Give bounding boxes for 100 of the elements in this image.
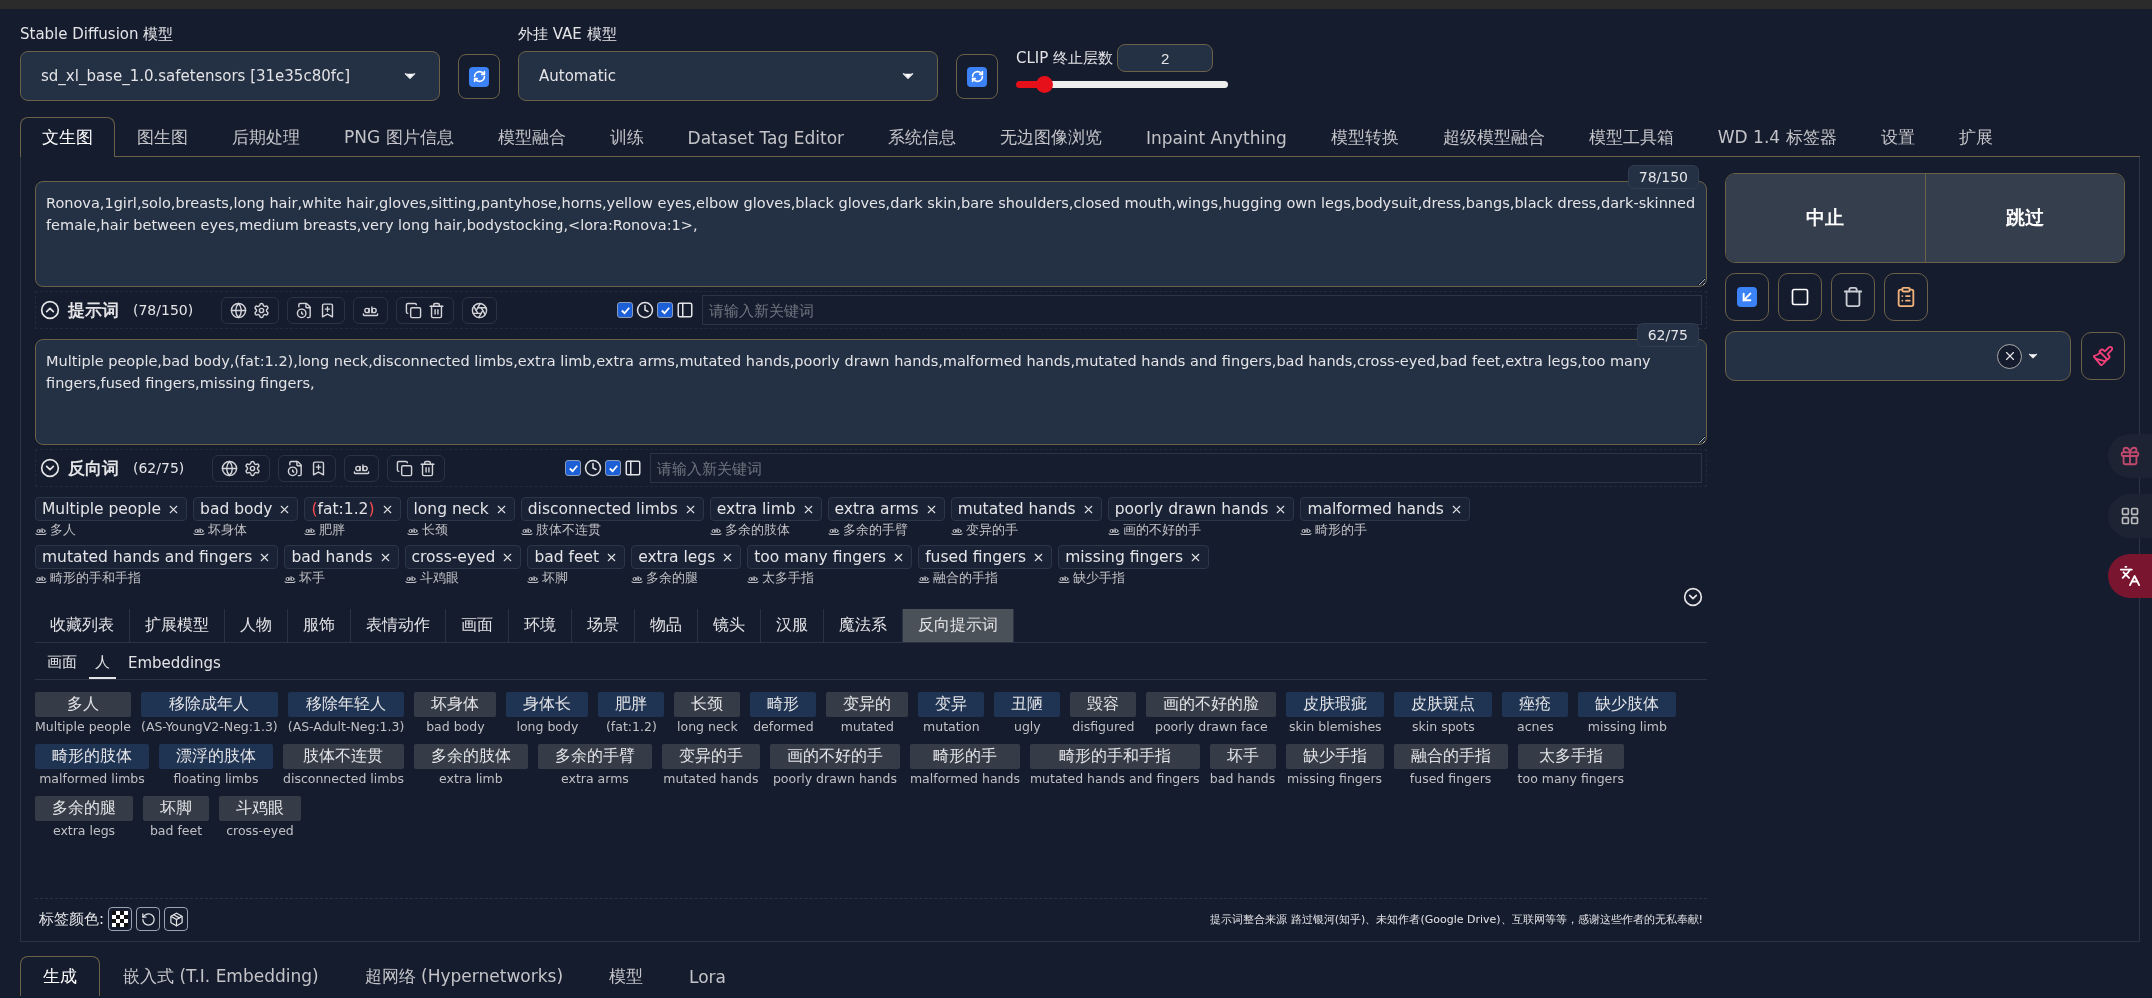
keyword-chip[interactable]: 坏手	[1209, 744, 1276, 769]
keyword-search-field[interactable]: 请输入新关键词	[650, 453, 1702, 483]
translate-button[interactable]	[2108, 554, 2152, 598]
checker-button[interactable]	[108, 907, 133, 931]
clip-number-field[interactable]: 2	[1117, 44, 1214, 72]
keyword-chip[interactable]: 画的不好的脸	[1146, 692, 1277, 717]
category-tab[interactable]: 扩展模型	[130, 609, 225, 642]
main-tab[interactable]: 超级模型融合	[1420, 117, 1567, 157]
category-tab[interactable]: 人物	[225, 609, 288, 642]
settings-icon[interactable]	[244, 459, 262, 477]
prompt-tag[interactable]: mutated hands	[950, 497, 1102, 521]
main-tab[interactable]: Inpaint Anything	[1124, 117, 1309, 157]
main-tab[interactable]: 扩展	[1936, 117, 2015, 157]
keyword-chip[interactable]: 画的不好的手	[769, 744, 900, 769]
package-button[interactable]	[164, 907, 189, 931]
prompt-tag[interactable]: bad body	[193, 497, 299, 521]
gift-button[interactable]	[2108, 434, 2152, 478]
delete-icon[interactable]	[419, 459, 437, 477]
prompt-tag[interactable]: mutated hands and fingers	[35, 545, 279, 569]
bottom-tab[interactable]: Lora	[666, 956, 750, 996]
keyword-chip[interactable]: 坏身体	[414, 692, 497, 717]
main-tab[interactable]: 模型融合	[475, 117, 588, 157]
subcategory-tab[interactable]: Embeddings	[122, 649, 227, 679]
arrow-button[interactable]	[1725, 273, 1769, 321]
prompt-tag[interactable]: missing fingers	[1058, 545, 1210, 569]
main-tab[interactable]: 模型工具箱	[1566, 117, 1696, 157]
main-tab[interactable]: 无边图像浏览	[978, 117, 1125, 157]
checkbox[interactable]	[565, 460, 582, 476]
bottom-tab[interactable]: 嵌入式 (T.I. Embedding)	[100, 956, 342, 996]
prompt-tag[interactable]: bad feet	[527, 545, 626, 569]
settings-icon[interactable]	[253, 301, 271, 319]
prompt-tag[interactable]: fused fingers	[918, 545, 1053, 569]
model-dropdown[interactable]: Automatic	[518, 51, 938, 101]
slider-thumb[interactable]	[1035, 76, 1053, 93]
keyword-chip[interactable]: 坏脚	[143, 796, 209, 821]
collapse-icon[interactable]	[40, 300, 60, 320]
keyword-chip[interactable]: 肥胖	[598, 692, 665, 717]
expand-icon[interactable]	[1683, 587, 1703, 607]
main-tab[interactable]: 训练	[587, 117, 666, 157]
prompt-tag[interactable]: too many fingers	[747, 545, 913, 569]
prompt-tag[interactable]: extra limb	[709, 497, 822, 521]
clip-slider[interactable]	[1016, 76, 1228, 93]
globe-icon[interactable]	[221, 459, 239, 477]
subcategory-tab[interactable]: 画面	[41, 649, 83, 679]
keyword-chip[interactable]: 变异	[918, 692, 985, 717]
main-tab[interactable]: 图生图	[115, 117, 210, 157]
category-tab[interactable]: 画面	[446, 609, 509, 642]
keyword-chip[interactable]: 变异的手	[661, 744, 760, 769]
keyword-chip[interactable]: 畸形	[750, 692, 817, 717]
category-tab[interactable]: 物品	[635, 609, 698, 642]
keyword-chip[interactable]: 畸形的肢体	[35, 744, 149, 769]
category-tab[interactable]: 汉服	[761, 609, 824, 642]
category-tab[interactable]: 镜头	[698, 609, 761, 642]
main-tab[interactable]: Dataset Tag Editor	[665, 117, 867, 157]
history-icon[interactable]	[296, 301, 314, 319]
keyword-chip[interactable]: 多余的肢体	[413, 744, 528, 769]
main-tab[interactable]: 模型转换	[1308, 117, 1421, 157]
category-tab[interactable]: 环境	[509, 609, 572, 642]
keyword-chip[interactable]: 皮肤斑点	[1394, 692, 1493, 717]
main-tab[interactable]: 后期处理	[210, 117, 322, 157]
bottom-tab[interactable]: 超网络 (Hypernetworks)	[341, 956, 587, 996]
main-tab[interactable]: 文生图	[20, 117, 115, 157]
main-tab[interactable]: 设置	[1858, 117, 1937, 157]
clipboard-button[interactable]	[1884, 273, 1928, 321]
prompt-tag[interactable]: extra arms	[827, 497, 945, 521]
trash-button[interactable]	[1831, 273, 1875, 321]
paintbrush-button[interactable]	[2081, 332, 2125, 380]
keyword-chip[interactable]: 皮肤瑕疵	[1286, 692, 1385, 717]
keyword-chip[interactable]: 畸形的手和手指	[1029, 744, 1200, 769]
keyword-chip[interactable]: 肢体不连贯	[283, 744, 404, 769]
prompt-tag[interactable]: Multiple people	[35, 497, 188, 521]
keyword-chip[interactable]: 痤疮	[1502, 692, 1569, 717]
main-tab[interactable]: WD 1.4 标签器	[1695, 117, 1859, 157]
apps-button[interactable]	[2108, 494, 2152, 538]
main-tab[interactable]: 系统信息	[866, 117, 979, 157]
keyword-search-field[interactable]: 请输入新关键词	[702, 295, 1702, 325]
delete-icon[interactable]	[428, 301, 446, 319]
prompt-tag[interactable]: long neck	[406, 497, 515, 521]
prompt-tag[interactable]: cross-eyed	[404, 545, 522, 569]
subcategory-tab[interactable]: 人	[89, 649, 116, 679]
main-tab[interactable]: PNG 图片信息	[322, 117, 476, 157]
checkbox[interactable]	[605, 460, 622, 476]
model-dropdown[interactable]: sd_xl_base_1.0.safetensors [31e35c80fc]	[20, 51, 440, 101]
keyword-chip[interactable]: 身体长	[506, 692, 589, 717]
refresh-button[interactable]	[458, 54, 500, 99]
keyword-chip[interactable]: 长颈	[674, 692, 741, 717]
clear-button[interactable]	[1997, 343, 2022, 369]
history-icon[interactable]	[287, 459, 305, 477]
category-tab[interactable]: 场景	[572, 609, 635, 642]
bottom-tab[interactable]: 模型	[586, 956, 667, 996]
square-button[interactable]	[1778, 273, 1822, 321]
prompt-tag[interactable]: disconnected limbs	[520, 497, 704, 521]
expand-icon[interactable]	[40, 458, 60, 478]
globe-icon[interactable]	[230, 301, 248, 319]
keyword-chip[interactable]: 毁容	[1070, 692, 1137, 717]
prompt-tag[interactable]: (fat:1.2)	[304, 497, 401, 521]
keyword-chip[interactable]: 斗鸡眼	[219, 796, 301, 821]
action-button[interactable]: 中止	[1726, 174, 1926, 262]
category-tab[interactable]: 表情动作	[351, 609, 446, 642]
keyword-chip[interactable]: 缺少肢体	[1578, 692, 1677, 717]
